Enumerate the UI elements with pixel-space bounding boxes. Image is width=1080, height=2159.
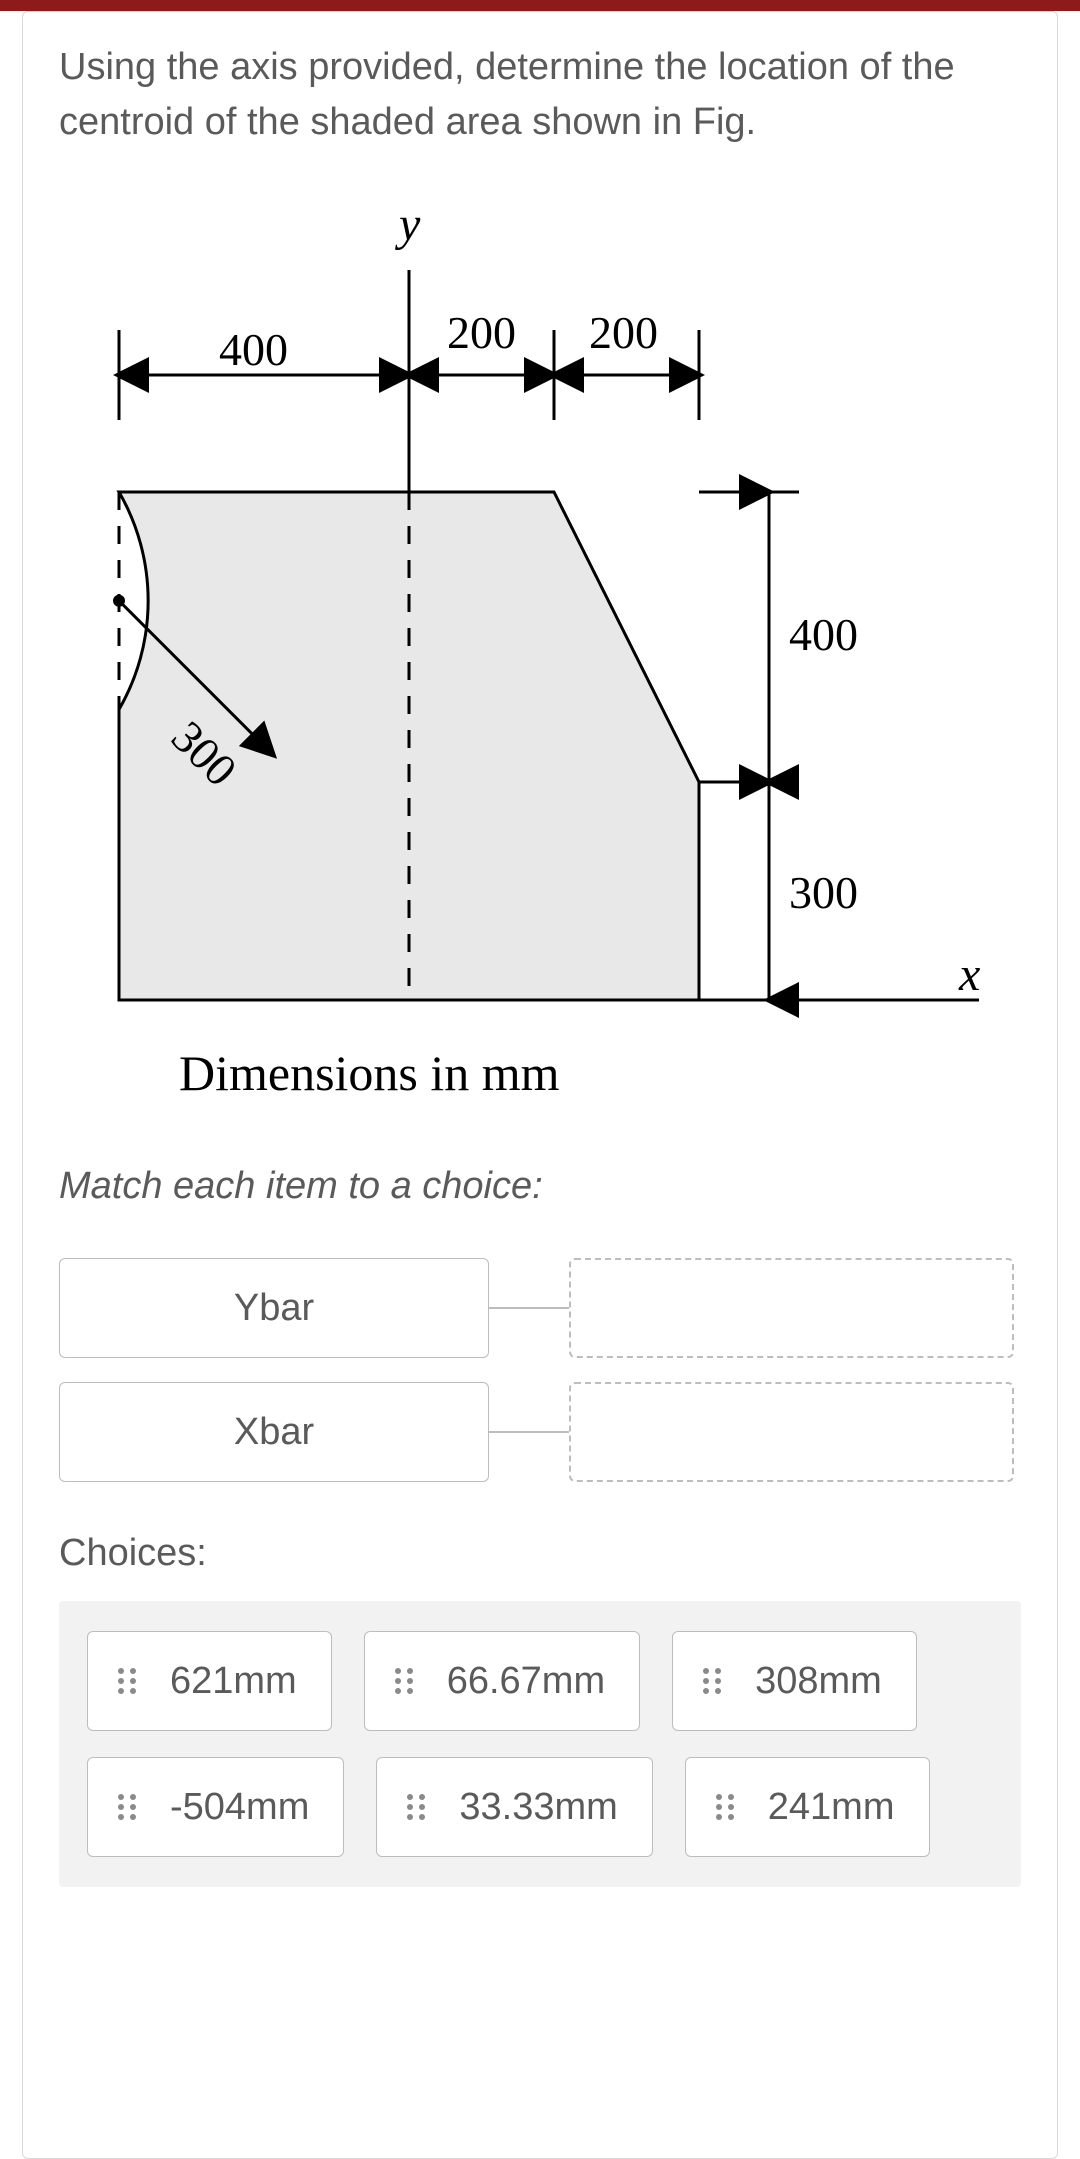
choice-label: 621mm	[170, 1660, 297, 1703]
choice-621mm[interactable]: 621mm	[87, 1631, 332, 1731]
match-connector	[489, 1307, 569, 1309]
grip-icon	[110, 1666, 144, 1696]
match-connector	[489, 1431, 569, 1433]
top-accent-bar	[0, 0, 1080, 11]
match-dropzone-ybar[interactable]	[569, 1258, 1014, 1358]
choice-label: -504mm	[170, 1786, 309, 1829]
dim-300v: 300	[789, 867, 858, 918]
y-label: y	[394, 198, 421, 251]
centroid-diagram: y x 400 200 200 400	[59, 180, 1009, 1110]
grip-icon	[708, 1792, 742, 1822]
x-label: x	[958, 948, 980, 1001]
question-card: Using the axis provided, determine the l…	[22, 11, 1058, 2159]
choice-241mm[interactable]: 241mm	[685, 1757, 930, 1857]
match-row-ybar: Ybar	[59, 1258, 1021, 1358]
grip-icon	[695, 1666, 729, 1696]
choice-label: 33.33mm	[459, 1786, 617, 1829]
choice-label: 66.67mm	[447, 1660, 605, 1703]
choices-label: Choices:	[59, 1532, 1021, 1575]
grip-icon	[399, 1792, 433, 1822]
choices-container: 621mm 66.67mm 308mm -504mm 33.33mm	[59, 1601, 1021, 1887]
match-source-xbar[interactable]: Xbar	[59, 1382, 489, 1482]
choice-308mm[interactable]: 308mm	[672, 1631, 917, 1731]
match-source-label: Xbar	[234, 1411, 314, 1454]
dim-400: 400	[219, 324, 288, 375]
match-row-xbar: Xbar	[59, 1382, 1021, 1482]
choice-label: 241mm	[768, 1786, 895, 1829]
question-text: Using the axis provided, determine the l…	[59, 40, 1021, 150]
grip-icon	[387, 1666, 421, 1696]
dim-400v: 400	[789, 609, 858, 660]
choice-neg504mm[interactable]: -504mm	[87, 1757, 344, 1857]
dim-200a: 200	[447, 307, 516, 358]
choice-6667mm[interactable]: 66.67mm	[364, 1631, 640, 1731]
match-prompt: Match each item to a choice:	[59, 1165, 1021, 1208]
match-dropzone-xbar[interactable]	[569, 1382, 1014, 1482]
match-source-ybar[interactable]: Ybar	[59, 1258, 489, 1358]
figure: y x 400 200 200 400	[59, 180, 1009, 1115]
choice-label: 308mm	[755, 1660, 882, 1703]
match-source-label: Ybar	[234, 1287, 314, 1330]
choice-3333mm[interactable]: 33.33mm	[376, 1757, 652, 1857]
dim-200b: 200	[589, 307, 658, 358]
figure-caption: Dimensions in mm	[179, 1045, 560, 1101]
grip-icon	[110, 1792, 144, 1822]
